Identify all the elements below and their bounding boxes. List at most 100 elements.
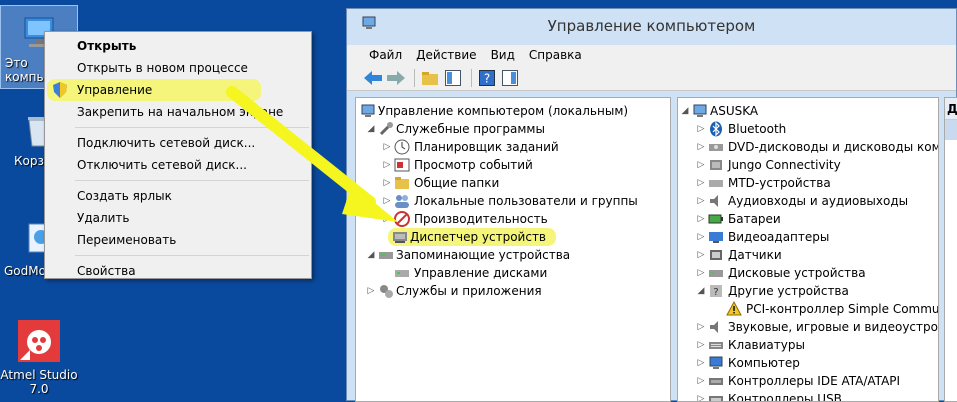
back-arrow-icon[interactable] [363, 68, 383, 88]
disk-drive-icon [708, 265, 724, 281]
tree-item-shared-folders[interactable]: ▷ Общие папки [356, 174, 670, 192]
tree-item-storage[interactable]: ◢ Запоминающие устройства [356, 246, 670, 264]
collapse-arrow-icon[interactable]: ▷ [696, 318, 706, 336]
dvd-drive-icon [708, 139, 724, 155]
menu-item-map-network-drive[interactable]: Подключить сетевой диск... [45, 132, 311, 154]
show-hide-action-pane-icon[interactable] [500, 68, 520, 88]
tree-item-system-tools[interactable]: ◢ Служебные программы [356, 120, 670, 138]
collapse-arrow-icon[interactable]: ▷ [382, 210, 392, 228]
expand-arrow-icon[interactable]: ◢ [680, 102, 690, 120]
desktop-icon-atmel-studio[interactable]: Atmel Studio 7.0 [0, 318, 78, 396]
device-usb-controllers[interactable]: ▷ Контроллеры USB [678, 390, 938, 401]
menu-separator [75, 180, 309, 181]
tree-item-label: Bluetooth [728, 122, 787, 136]
collapse-arrow-icon[interactable]: ▷ [696, 390, 706, 401]
window-title: Управление компьютером [547, 17, 756, 35]
menu-item-pin-start[interactable]: Закрепить на начальном экране [45, 101, 311, 123]
collapse-arrow-icon[interactable]: ▷ [696, 210, 706, 228]
tree-item-services-apps[interactable]: ▷ Службы и приложения [356, 282, 670, 300]
actions-pane: Д [944, 97, 957, 402]
tree-item-label: Запоминающие устройства [396, 248, 571, 262]
tools-icon [378, 121, 394, 137]
collapse-arrow-icon[interactable]: ▷ [382, 138, 392, 156]
collapse-arrow-icon[interactable]: ▷ [696, 120, 706, 138]
event-viewer-icon [394, 157, 410, 173]
collapse-arrow-icon[interactable]: ▷ [696, 336, 706, 354]
collapse-arrow-icon[interactable]: ▷ [696, 174, 706, 192]
shield-icon [53, 82, 67, 98]
performance-icon [394, 211, 410, 227]
expand-arrow-icon[interactable]: ◢ [366, 246, 376, 264]
tree-item-disk-management[interactable]: Управление дисками [356, 264, 670, 282]
device-pci-controller[interactable]: PCI-контроллер Simple Commun [678, 300, 938, 318]
tree-item-label: ASUSKA [710, 104, 759, 118]
device-sensors[interactable]: ▷ Датчики [678, 246, 938, 264]
tree-item-local-users-groups[interactable]: ▷ Локальные пользователи и группы [356, 192, 670, 210]
device-ide-controllers[interactable]: ▷ Контроллеры IDE ATA/ATAPI [678, 372, 938, 390]
collapse-arrow-icon[interactable]: ▷ [696, 246, 706, 264]
menu-bar: Файл Действие Вид Справка [347, 45, 956, 65]
collapse-arrow-icon[interactable]: ▷ [382, 192, 392, 210]
expand-arrow-icon[interactable]: ◢ [366, 120, 376, 138]
device-mtd[interactable]: ▷ MTD-устройства [678, 174, 938, 192]
menu-item-label: Переименовать [77, 233, 177, 247]
computer-management-icon [360, 103, 376, 119]
tree-item-label: Общие папки [414, 176, 500, 190]
collapse-arrow-icon[interactable]: ▷ [696, 138, 706, 156]
menu-item-label: Создать ярлык [77, 189, 172, 203]
device-video-adapters[interactable]: ▷ Видеоадаптеры [678, 228, 938, 246]
collapse-arrow-icon[interactable]: ▷ [696, 372, 706, 390]
forward-arrow-icon[interactable] [386, 68, 406, 88]
show-hide-tree-icon[interactable] [443, 68, 463, 88]
tree-item-event-viewer[interactable]: ▷ Просмотр событий [356, 156, 670, 174]
tree-item-computer-management[interactable]: Управление компьютером (локальным) [356, 102, 670, 120]
menu-file[interactable]: Файл [369, 45, 402, 65]
toolbar: ? [347, 65, 956, 91]
collapse-arrow-icon[interactable]: ▷ [696, 264, 706, 282]
collapse-arrow-icon[interactable]: ▷ [696, 354, 706, 372]
menu-item-rename[interactable]: Переименовать [45, 229, 311, 251]
menu-item-create-shortcut[interactable]: Создать ярлык [45, 185, 311, 207]
computer-icon [692, 103, 708, 119]
device-root-asuska[interactable]: ◢ ASUSKA [678, 102, 938, 120]
actions-subheader[interactable] [945, 120, 957, 140]
tree-item-label: Датчики [728, 248, 782, 262]
up-folder-icon[interactable] [420, 68, 440, 88]
device-bluetooth[interactable]: ▷ Bluetooth [678, 120, 938, 138]
menu-help[interactable]: Справка [529, 45, 582, 65]
device-other-devices[interactable]: ◢ ? Другие устройства [678, 282, 938, 300]
collapse-arrow-icon[interactable]: ▷ [696, 192, 706, 210]
tree-item-label: Диспетчер устройств [388, 228, 557, 246]
device-keyboards[interactable]: ▷ Клавиатуры [678, 336, 938, 354]
controller-icon [708, 373, 724, 389]
menu-item-properties[interactable]: Свойства [45, 260, 311, 282]
tree-item-task-scheduler[interactable]: ▷ Планировщик заданий [356, 138, 670, 156]
device-computer[interactable]: ▷ Компьютер [678, 354, 938, 372]
device-batteries[interactable]: ▷ Батареи [678, 210, 938, 228]
device-sound-video-game[interactable]: ▷ Звуковые, игровые и видеоустройс [678, 318, 938, 336]
menu-action[interactable]: Действие [416, 45, 476, 65]
menu-item-open-new-process[interactable]: Открыть в новом процессе [45, 57, 311, 79]
context-menu: Открыть Открыть в новом процессе Управле… [44, 31, 312, 279]
tree-item-performance[interactable]: ▷ Производительность [356, 210, 670, 228]
menu-item-manage[interactable]: Управление [47, 79, 261, 101]
menu-item-delete[interactable]: Удалить [45, 207, 311, 229]
collapse-arrow-icon[interactable]: ▷ [696, 228, 706, 246]
collapse-arrow-icon[interactable]: ▷ [382, 174, 392, 192]
collapse-arrow-icon[interactable]: ▷ [366, 282, 376, 300]
device-jungo[interactable]: ▷ Jungo Connectivity [678, 156, 938, 174]
expand-arrow-icon[interactable]: ◢ [696, 282, 706, 300]
tree-item-device-manager[interactable]: Диспетчер устройств [356, 228, 670, 246]
menu-item-open[interactable]: Открыть [45, 35, 311, 57]
device-audio-io[interactable]: ▷ Аудиовходы и аудиовыходы [678, 192, 938, 210]
menu-item-disconnect-network-drive[interactable]: Отключить сетевой диск... [45, 154, 311, 176]
device-manager-icon [392, 229, 408, 245]
device-disk-drives[interactable]: ▷ Дисковые устройства [678, 264, 938, 282]
device-dvd-drives[interactable]: ▷ DVD-дисководы и дисководы компа [678, 138, 938, 156]
menu-view[interactable]: Вид [491, 45, 515, 65]
title-bar[interactable]: Управление компьютером [347, 9, 956, 45]
computer-management-window: Управление компьютером Файл Действие Вид… [346, 8, 957, 402]
help-icon[interactable]: ? [477, 68, 497, 88]
collapse-arrow-icon[interactable]: ▷ [696, 156, 706, 174]
collapse-arrow-icon[interactable]: ▷ [382, 156, 392, 174]
